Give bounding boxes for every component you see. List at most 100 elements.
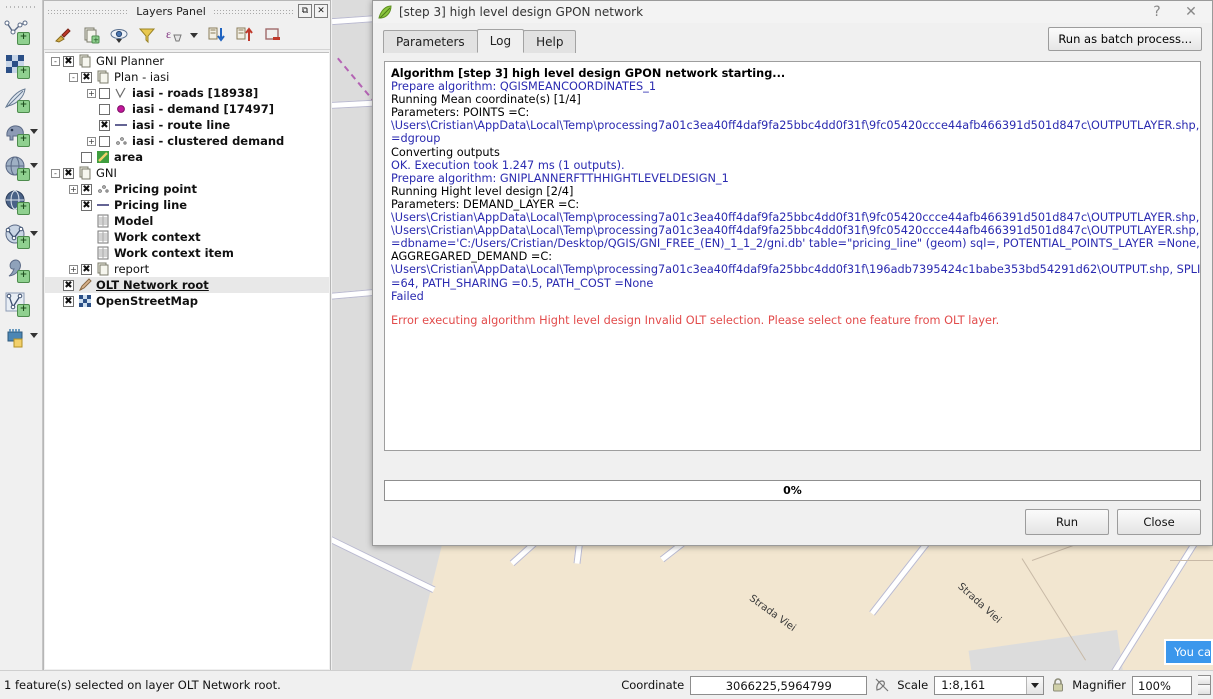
chevron-down-icon[interactable] <box>1026 676 1044 694</box>
chevron-down-icon[interactable] <box>30 129 38 134</box>
filter-legend-by-expression-icon[interactable]: ε <box>166 26 184 44</box>
layer-tree-item[interactable]: +✖ iasi - roads [18938] <box>45 85 329 101</box>
add-spatialite-layer-button[interactable]: + <box>0 150 42 184</box>
layer-tree-item[interactable]: ✖ iasi - route line <box>45 117 329 133</box>
layer-visibility-checkbox[interactable]: ✖ <box>81 71 92 83</box>
plus-badge-icon: + <box>17 134 30 147</box>
expand-node-icon[interactable]: + <box>69 264 78 274</box>
layer-tree-item[interactable]: Model <box>45 213 329 229</box>
comma-shape-icon: + <box>3 256 30 283</box>
raster-checker-icon <box>78 294 92 308</box>
log-line: \Users\Cristian\AppData\Local\Temp\proce… <box>391 211 1201 225</box>
close-panel-button[interactable]: ✕ <box>314 4 329 18</box>
layer-visibility-checkbox[interactable]: ✖ <box>99 103 110 115</box>
status-bar: 1 feature(s) selected on layer OLT Netwo… <box>0 670 1213 699</box>
open-layer-styling-panel-icon[interactable] <box>54 26 72 44</box>
collapse-node-icon[interactable]: - <box>51 56 60 66</box>
layer-tree-item[interactable]: + ✖ report <box>45 261 329 277</box>
expand-node-icon[interactable]: + <box>87 88 96 98</box>
layer-tree-item[interactable]: ✖ Pricing line <box>45 197 329 213</box>
toggle-extents-icon[interactable] <box>873 676 891 694</box>
add-vector-layer-icon: + <box>3 18 30 45</box>
lock-icon[interactable] <box>1050 676 1066 694</box>
layer-visibility-checkbox[interactable]: ✖ <box>99 87 110 99</box>
add-group-icon[interactable]: + <box>82 26 100 44</box>
scale-combo[interactable]: 1:8,161 <box>934 675 1045 695</box>
add-vector-layer-button[interactable]: + <box>0 14 42 48</box>
close-button[interactable]: Close <box>1117 509 1201 535</box>
tab-parameters[interactable]: Parameters <box>383 30 478 53</box>
add-mssql-layer-button[interactable]: + <box>0 184 42 218</box>
layer-visibility-checkbox[interactable]: ✖ <box>63 167 74 179</box>
layer-visibility-checkbox[interactable]: ✖ <box>63 55 74 67</box>
layer-visibility-checkbox[interactable]: ✖ <box>81 199 92 211</box>
expand-node-icon[interactable]: + <box>87 136 96 146</box>
tab-log[interactable]: Log <box>476 29 525 53</box>
float-panel-button[interactable]: ⧉ <box>298 4 313 18</box>
panel-grip <box>213 7 295 15</box>
coordinate-input[interactable]: 3066225,5964799 <box>690 675 868 695</box>
log-output-panel[interactable]: Algorithm [step 3] high level design GPO… <box>384 61 1201 451</box>
add-delimited-text-layer-button[interactable]: + <box>0 82 42 116</box>
layer-tree-item[interactable]: ✖ area <box>45 149 329 165</box>
layer-tree-item[interactable]: - ✖ Plan - iasi <box>45 69 329 85</box>
layer-visibility-checkbox[interactable]: ✖ <box>81 263 92 275</box>
layer-name-label: report <box>114 262 150 276</box>
layers-panel: Layers Panel ⧉ ✕ + ε - ✖ GNI Planner - ✖… <box>43 0 331 671</box>
log-line: OK. Execution took 1.247 ms (1 outputs). <box>391 158 625 172</box>
chevron-down-icon[interactable] <box>30 163 38 168</box>
run-as-batch-process-button[interactable]: Run as batch process... <box>1048 27 1202 51</box>
layers-panel-title: Layers Panel <box>136 4 206 18</box>
layer-tree-item[interactable]: ✖ OpenStreetMap <box>45 293 329 309</box>
layer-tree-item[interactable]: +✖ iasi - clustered demand <box>45 133 329 149</box>
collapse-all-icon[interactable] <box>236 26 254 44</box>
layer-tree-item[interactable]: - ✖ GNI Planner <box>45 53 329 69</box>
layer-visibility-checkbox[interactable]: ✖ <box>81 151 92 163</box>
add-postgis-layer-button[interactable]: + <box>0 116 42 150</box>
layer-tree-item[interactable]: Work context item <box>45 245 329 261</box>
close-icon[interactable]: ✕ <box>1174 2 1208 22</box>
add-raster-layer-button[interactable]: + <box>0 48 42 82</box>
layers-panel-titlebar[interactable]: Layers Panel ⧉ ✕ <box>44 1 330 21</box>
expand-node-icon[interactable]: + <box>69 184 78 194</box>
help-button[interactable]: ? <box>1140 2 1174 22</box>
new-geopackage-layer-button[interactable]: + <box>0 286 42 320</box>
chevron-down-icon[interactable] <box>30 333 38 338</box>
dialog-titlebar[interactable]: [step 3] high level design GPON network … <box>373 1 1212 23</box>
layer-visibility-checkbox[interactable]: ✖ <box>99 119 110 131</box>
magnifier-input[interactable]: 100% <box>1132 675 1192 695</box>
map-tip-banner[interactable]: You ca <box>1164 639 1213 665</box>
magnifier-spin-down[interactable] <box>1198 685 1211 695</box>
new-shapefile-layer-button[interactable]: + <box>0 252 42 286</box>
collapse-node-icon[interactable]: - <box>69 72 78 82</box>
layer-tree-item[interactable]: - ✖ GNI <box>45 165 329 181</box>
remove-layer-icon[interactable] <box>264 26 282 44</box>
collapse-node-icon[interactable]: - <box>51 168 60 178</box>
layer-visibility-checkbox[interactable]: ✖ <box>99 135 110 147</box>
svg-text:+: + <box>93 36 99 44</box>
layer-tree-item[interactable]: ✖ iasi - demand [17497] <box>45 101 329 117</box>
toolbar-grip[interactable] <box>6 2 36 12</box>
layer-name-label: area <box>114 150 143 164</box>
status-message: 1 feature(s) selected on layer OLT Netwo… <box>4 678 281 692</box>
add-virtual-layer-button[interactable]: + <box>0 218 42 252</box>
new-memory-layer-button[interactable] <box>0 320 42 354</box>
tab-help[interactable]: Help <box>523 30 577 53</box>
layer-visibility-checkbox[interactable]: ✖ <box>63 295 74 307</box>
expand-all-icon[interactable] <box>208 26 226 44</box>
dialog-tabs: Parameters Log Help Run as batch process… <box>373 23 1212 53</box>
layer-visibility-checkbox[interactable]: ✖ <box>63 279 74 291</box>
layers-tree[interactable]: -✖GNI Planner-✖Plan - iasi+✖iasi - roads… <box>45 52 329 669</box>
layer-tree-item[interactable]: Work context <box>45 229 329 245</box>
layer-visibility-checkbox[interactable]: ✖ <box>81 183 92 195</box>
layer-name-label: iasi - demand [17497] <box>132 102 274 116</box>
run-button[interactable]: Run <box>1025 509 1109 535</box>
chevron-down-icon[interactable] <box>30 231 38 236</box>
layer-tree-item[interactable]: + ✖ Pricing point <box>45 181 329 197</box>
geopackage-icon: + <box>3 290 30 317</box>
manage-map-themes-icon[interactable] <box>110 26 128 44</box>
magnifier-spin-up[interactable] <box>1198 675 1211 685</box>
layer-tree-item[interactable]: ✖ OLT Network root <box>45 277 329 293</box>
chevron-down-icon[interactable] <box>190 32 198 38</box>
filter-legend-icon[interactable] <box>138 26 156 44</box>
